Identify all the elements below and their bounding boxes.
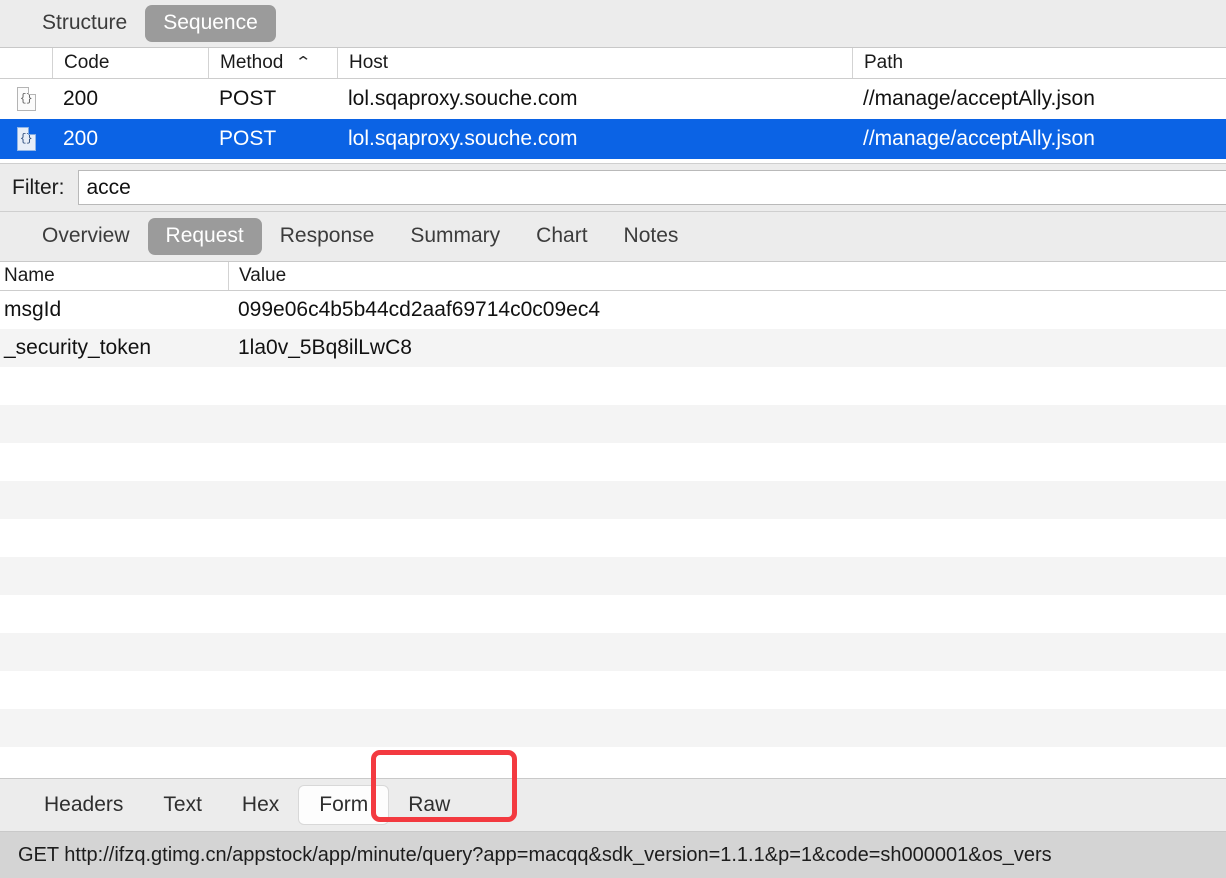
row-type-icon-cell: {} <box>0 119 52 159</box>
row-host: lol.sqaproxy.souche.com <box>348 127 578 150</box>
kv-name <box>0 367 228 405</box>
kv-value: 1la0v_5Bq8ilLwC8 <box>238 336 412 359</box>
view-mode-tabbar: Structure Sequence <box>0 0 1226 48</box>
json-document-icon: {} <box>16 87 36 111</box>
kv-name <box>0 443 228 481</box>
filter-input[interactable] <box>77 170 1226 205</box>
column-header-code[interactable]: Code <box>52 48 208 78</box>
kv-value <box>228 557 1226 595</box>
detail-tabbar: Overview Request Response Summary Chart … <box>0 212 1226 262</box>
kv-row[interactable] <box>0 443 1226 481</box>
row-host: lol.sqaproxy.souche.com <box>348 87 578 110</box>
tab-chart[interactable]: Chart <box>518 218 605 255</box>
tab-headers[interactable]: Headers <box>24 786 143 825</box>
kv-name <box>0 595 228 633</box>
kv-row[interactable]: _security_token 1la0v_5Bq8ilLwC8 <box>0 329 1226 367</box>
column-header-method[interactable]: Method ⌃ <box>208 48 337 78</box>
kv-row[interactable] <box>0 367 1226 405</box>
sort-ascending-icon: ⌃ <box>295 54 313 71</box>
sessions-header-row: Code Method ⌃ Host Path <box>0 48 1226 79</box>
status-bar: GET http://ifzq.gtimg.cn/appstock/app/mi… <box>0 832 1226 878</box>
row-type-icon-cell: {} <box>0 79 52 119</box>
kv-value <box>228 481 1226 519</box>
status-bar-text: GET http://ifzq.gtimg.cn/appstock/app/mi… <box>18 843 1052 866</box>
table-row[interactable]: {} 200 POST lol.sqaproxy.souche.com //ma… <box>0 119 1226 159</box>
tab-request[interactable]: Request <box>147 218 262 255</box>
row-code: 200 <box>63 87 99 110</box>
tab-sequence[interactable]: Sequence <box>145 5 276 42</box>
table-row[interactable]: {} 200 POST lol.sqaproxy.souche.com //ma… <box>0 79 1226 119</box>
json-document-icon: {} <box>16 127 36 151</box>
kv-value <box>228 671 1226 709</box>
filter-bar: Filter: <box>0 163 1226 212</box>
tab-notes[interactable]: Notes <box>606 218 697 255</box>
kv-row[interactable]: msgId 099e06c4b5b44cd2aaf69714c0c09ec4 <box>0 291 1226 329</box>
kv-name <box>0 481 228 519</box>
kv-value <box>228 633 1226 671</box>
kv-value <box>228 595 1226 633</box>
sessions-table: Code Method ⌃ Host Path {} 200 POST lol.… <box>0 48 1226 163</box>
tab-overview[interactable]: Overview <box>24 218 148 255</box>
tab-response[interactable]: Response <box>262 218 393 255</box>
kv-name: msgId <box>4 298 62 321</box>
kv-value <box>228 709 1226 747</box>
charles-proxy-window: Structure Sequence Code Method ⌃ Host Pa… <box>0 0 1226 878</box>
kv-row[interactable] <box>0 557 1226 595</box>
kv-name <box>0 557 228 595</box>
kv-header-row: Name Value <box>0 262 1226 291</box>
kv-value <box>228 367 1226 405</box>
kv-row[interactable] <box>0 709 1226 747</box>
kv-value <box>228 405 1226 443</box>
body-format-tabbar: Headers Text Hex Form Raw <box>0 778 1226 832</box>
tab-structure[interactable]: Structure <box>24 5 145 42</box>
kv-value <box>228 519 1226 557</box>
kv-value: 099e06c4b5b44cd2aaf69714c0c09ec4 <box>238 298 600 321</box>
row-path: //manage/acceptAlly.json <box>863 87 1095 110</box>
tab-text[interactable]: Text <box>143 786 222 825</box>
kv-name <box>0 671 228 709</box>
kv-name <box>0 405 228 443</box>
kv-row[interactable] <box>0 405 1226 443</box>
row-code: 200 <box>63 127 99 150</box>
column-header-value[interactable]: Value <box>228 262 1226 290</box>
filter-label: Filter: <box>12 175 65 199</box>
kv-name <box>0 633 228 671</box>
column-header-icon[interactable] <box>0 48 52 78</box>
column-header-host[interactable]: Host <box>337 48 852 78</box>
row-method: POST <box>219 87 277 110</box>
row-path: //manage/acceptAlly.json <box>863 127 1095 150</box>
kv-name <box>0 709 228 747</box>
tab-hex[interactable]: Hex <box>222 786 299 825</box>
kv-value <box>228 443 1226 481</box>
column-header-path[interactable]: Path <box>852 48 1226 78</box>
column-header-name[interactable]: Name <box>0 262 228 290</box>
row-method: POST <box>219 127 277 150</box>
kv-name: _security_token <box>4 336 152 359</box>
kv-row[interactable] <box>0 595 1226 633</box>
kv-row[interactable] <box>0 481 1226 519</box>
tab-summary[interactable]: Summary <box>392 218 518 255</box>
tab-raw[interactable]: Raw <box>388 786 470 825</box>
column-header-method-label: Method <box>220 52 284 73</box>
kv-row[interactable] <box>0 633 1226 671</box>
form-parameters-table: Name Value msgId 099e06c4b5b44cd2aaf6971… <box>0 262 1226 778</box>
kv-name <box>0 519 228 557</box>
kv-row[interactable] <box>0 519 1226 557</box>
kv-row[interactable] <box>0 671 1226 709</box>
tab-form[interactable]: Form <box>299 785 389 825</box>
